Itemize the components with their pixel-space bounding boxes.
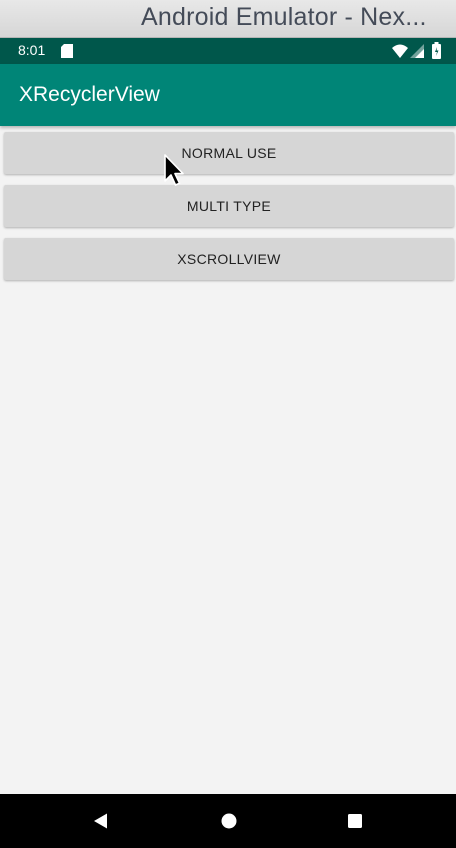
navigation-bar [0, 794, 456, 848]
mouse-pointer-icon [164, 154, 184, 186]
sd-card-icon [61, 44, 73, 58]
normal-use-button[interactable]: NORMAL USE [4, 132, 454, 174]
multi-type-button[interactable]: MULTI TYPE [4, 185, 454, 227]
signal-icon [410, 44, 424, 58]
app-title: XRecyclerView [19, 83, 160, 106]
main-content: NORMAL USE MULTI TYPE XSCROLLVIEW [0, 126, 456, 794]
status-time: 8:01 [18, 42, 46, 58]
back-icon[interactable] [92, 812, 110, 830]
home-icon[interactable] [220, 812, 238, 830]
wifi-icon [392, 44, 408, 58]
recents-icon[interactable] [346, 812, 364, 830]
battery-icon [432, 42, 441, 59]
xscrollview-button[interactable]: XSCROLLVIEW [4, 238, 454, 280]
app-bar: XRecyclerView [0, 64, 456, 126]
emulator-title-bar: Android Emulator - Nex... [0, 0, 456, 38]
emulator-window-title: Android Emulator - Nex... [141, 3, 427, 31]
status-bar: 8:01 [0, 38, 456, 64]
